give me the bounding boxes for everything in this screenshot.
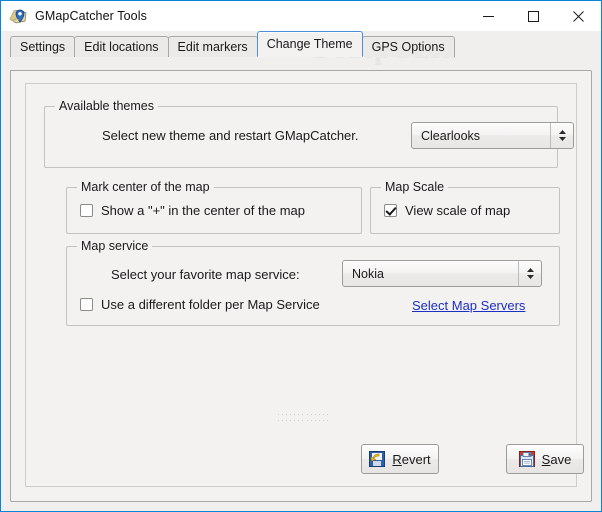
- theme-description-label: Select new theme and restart GMapCatcher…: [102, 128, 359, 143]
- save-button-label: Save: [542, 452, 572, 467]
- map-service-group: Map service Select your favorite map ser…: [66, 239, 560, 326]
- close-button[interactable]: [556, 1, 601, 31]
- different-folder-checkbox-row[interactable]: Use a different folder per Map Service: [80, 297, 320, 312]
- maximize-button[interactable]: [511, 1, 556, 31]
- save-label-rest: ave: [550, 451, 572, 467]
- available-themes-group: Available themes Select new theme and re…: [44, 99, 574, 168]
- floppy-save-icon: [518, 451, 535, 467]
- map-scale-title: Map Scale: [381, 180, 449, 194]
- revert-icon: [369, 451, 386, 467]
- theme-combo-value: Clearlooks: [421, 128, 481, 143]
- change-theme-panel: Available themes Select new theme and re…: [10, 70, 592, 502]
- tab-gps-options[interactable]: GPS Options: [361, 36, 455, 57]
- map-scale-group: Map Scale View scale of map: [370, 180, 560, 234]
- minimize-button[interactable]: [466, 1, 511, 31]
- updown-chevron-icon: [518, 261, 541, 286]
- content-frame: Available themes Select new theme and re…: [25, 83, 584, 487]
- show-plus-checkbox-row[interactable]: Show a "+" in the center of the map: [80, 203, 305, 218]
- view-scale-label: View scale of map: [405, 203, 511, 218]
- mark-center-group: Mark center of the map Show a "+" in the…: [66, 180, 362, 234]
- revert-mnemonic: R: [392, 451, 402, 467]
- window-title: GMapCatcher Tools: [35, 9, 147, 23]
- map-service-combo[interactable]: Nokia: [342, 260, 542, 287]
- select-map-servers-link[interactable]: Select Map Servers: [412, 298, 525, 313]
- tab-label: Edit markers: [177, 40, 248, 54]
- revert-label-rest: evert: [401, 451, 431, 467]
- different-folder-label: Use a different folder per Map Service: [101, 297, 320, 312]
- gmapcatcher-tools-window: GMapCatcher Tools Softpedia Settings Edi…: [0, 0, 602, 512]
- tab-edit-markers[interactable]: Edit markers: [167, 36, 258, 57]
- different-folder-checkbox[interactable]: [80, 298, 93, 311]
- revert-button[interactable]: Revert: [361, 444, 439, 474]
- tab-label: GPS Options: [371, 40, 445, 54]
- view-scale-checkbox-row[interactable]: View scale of map: [384, 203, 510, 218]
- revert-button-label: Revert: [392, 452, 430, 467]
- tab-label: Change Theme: [266, 37, 353, 51]
- window-controls: [466, 1, 601, 31]
- save-button[interactable]: Save: [506, 444, 584, 474]
- mark-center-title: Mark center of the map: [77, 180, 214, 194]
- theme-combo[interactable]: Clearlooks: [411, 122, 574, 149]
- tab-label: Settings: [20, 40, 66, 54]
- map-service-combo-value: Nokia: [352, 266, 384, 281]
- map-service-title: Map service: [77, 239, 153, 253]
- updown-chevron-icon: [550, 123, 573, 148]
- tab-label: Edit locations: [84, 40, 159, 54]
- map-service-label: Select your favorite map service:: [111, 267, 300, 282]
- show-plus-label: Show a "+" in the center of the map: [101, 203, 305, 218]
- tab-edit-locations[interactable]: Edit locations: [74, 36, 169, 57]
- resize-grip[interactable]: [278, 414, 328, 421]
- available-themes-title: Available themes: [55, 99, 158, 113]
- tab-strip: Settings Edit locations Edit markers Cha…: [1, 31, 601, 57]
- title-bar: GMapCatcher Tools: [1, 1, 601, 31]
- show-plus-checkbox[interactable]: [80, 204, 93, 217]
- tab-settings[interactable]: Settings: [10, 36, 76, 57]
- tab-change-theme[interactable]: Change Theme: [256, 31, 363, 57]
- view-scale-checkbox[interactable]: [384, 204, 397, 217]
- map-marker-icon: [9, 7, 27, 25]
